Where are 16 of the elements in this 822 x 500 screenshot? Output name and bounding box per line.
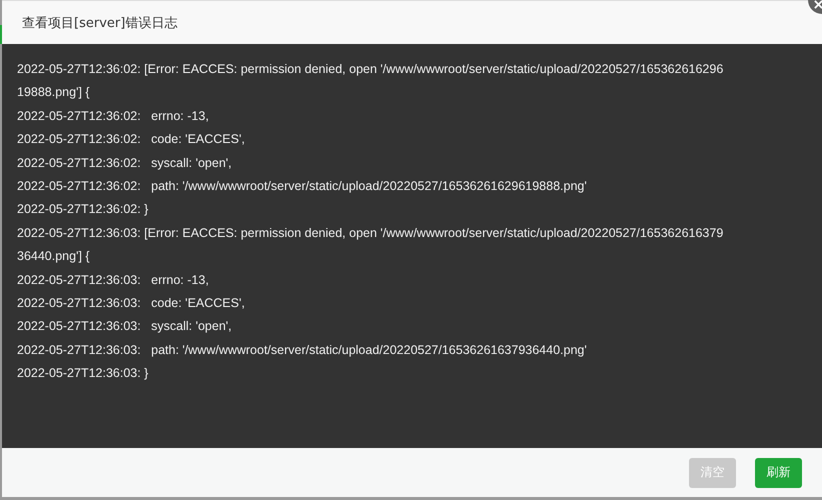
log-line: 2022-05-27T12:36:02: syscall: 'open',	[17, 154, 233, 172]
log-line: 2022-05-27T12:36:02: errno: -13,	[17, 108, 210, 125]
log-line: 2022-05-27T12:36:02: path: '/www/wwwroot/server/static/upload/20220527/16536261629619888.png'	[17, 178, 588, 196]
log-line: 2022-05-27T12:36:02: [Error: EACCES: permission denied, open '/www/wwwroot/server/static/upload/20220527/165362616296	[17, 61, 724, 78]
log-line: 36440.png'] {	[17, 248, 91, 266]
log-line: 2022-05-27T12:36:03: }	[17, 365, 150, 382]
log-line: 2022-05-27T12:36:03: [Error: EACCES: permission denied, open '/www/wwwroot/server/static/upload/20220527/165362616379	[17, 224, 724, 242]
refresh-button[interactable]: 刷新	[755, 458, 802, 488]
log-line: 2022-05-27T12:36:02: }	[17, 201, 150, 218]
log-line: 2022-05-27T12:36:03: path: '/www/wwwroot/server/static/upload/20220527/16536261637936440.png'	[17, 342, 588, 359]
log-line: 2022-05-27T12:36:03: errno: -13,	[17, 272, 210, 289]
log-line: 2022-05-27T12:36:03: syscall: 'open',	[17, 318, 233, 336]
log-line: 19888.png'] {	[17, 84, 91, 102]
log-line: 2022-05-27T12:36:03: code: 'EACCES',	[17, 295, 246, 312]
dialog-title: 查看项目[server]错误日志	[22, 14, 178, 32]
log-line: 2022-05-27T12:36:02: code: 'EACCES',	[17, 131, 246, 148]
